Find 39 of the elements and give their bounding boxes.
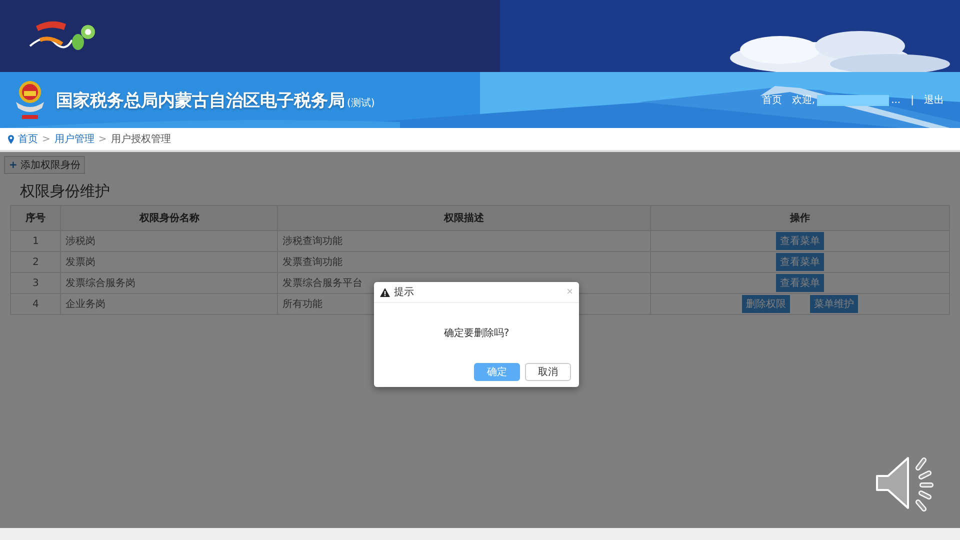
table-cell: 发票查询功能 — [278, 252, 650, 272]
site-title: 国家税务总局内蒙古自治区电子税务局 — [56, 90, 345, 112]
column-header: 序号 — [10, 206, 61, 230]
table-cell: 4 — [10, 294, 61, 314]
table-cell: 企业务岗 — [60, 294, 278, 314]
location-pin-icon — [8, 134, 14, 144]
table-cell: 涉税岗 — [60, 230, 278, 252]
breadcrumb-current: 用户授权管理 — [110, 132, 171, 146]
column-header: 权限描述 — [278, 206, 650, 230]
warning-icon — [380, 288, 390, 296]
welcome-text: 欢迎, — [792, 94, 816, 107]
site-title-suffix: (测试) — [347, 96, 375, 110]
table-cell: 2 — [10, 252, 61, 272]
table-cell: 1 — [10, 230, 61, 252]
breadcrumb-link[interactable]: 用户管理 — [54, 132, 94, 146]
action-button[interactable]: 查看菜单 — [776, 253, 824, 271]
table-cell: 发票综合服务岗 — [60, 272, 278, 294]
table-cell: 3 — [10, 272, 61, 294]
page-title: 权限身份维护 — [20, 182, 111, 201]
action-button[interactable]: 查看菜单 — [776, 232, 824, 250]
nav-separator: | — [910, 94, 914, 106]
dialog-message: 确定要删除吗? — [444, 326, 510, 340]
breadcrumb-separator: > — [98, 134, 107, 144]
cancel-button[interactable]: 取消 — [525, 363, 571, 381]
speaker-icon — [874, 454, 936, 512]
table-cell: 发票岗 — [60, 252, 278, 272]
column-header: 权限身份名称 — [60, 206, 278, 230]
confirm-button[interactable]: 确定 — [474, 363, 520, 381]
action-button[interactable]: 删除权限 — [742, 295, 790, 313]
action-button[interactable]: 菜单维护 — [810, 295, 858, 313]
breadcrumb-link[interactable]: 首页 — [18, 132, 38, 146]
ellipsis-text: ... — [891, 94, 901, 106]
home-link[interactable]: 首页 — [762, 93, 782, 107]
breadcrumb-separator: > — [42, 134, 50, 144]
action-button[interactable]: 查看菜单 — [776, 274, 824, 292]
logout-link[interactable]: 退出 — [924, 93, 944, 107]
column-header: 操作 — [650, 206, 950, 230]
table-cell: 涉税查询功能 — [278, 230, 650, 252]
add-role-button[interactable]: + 添加权限身份 — [4, 156, 86, 174]
